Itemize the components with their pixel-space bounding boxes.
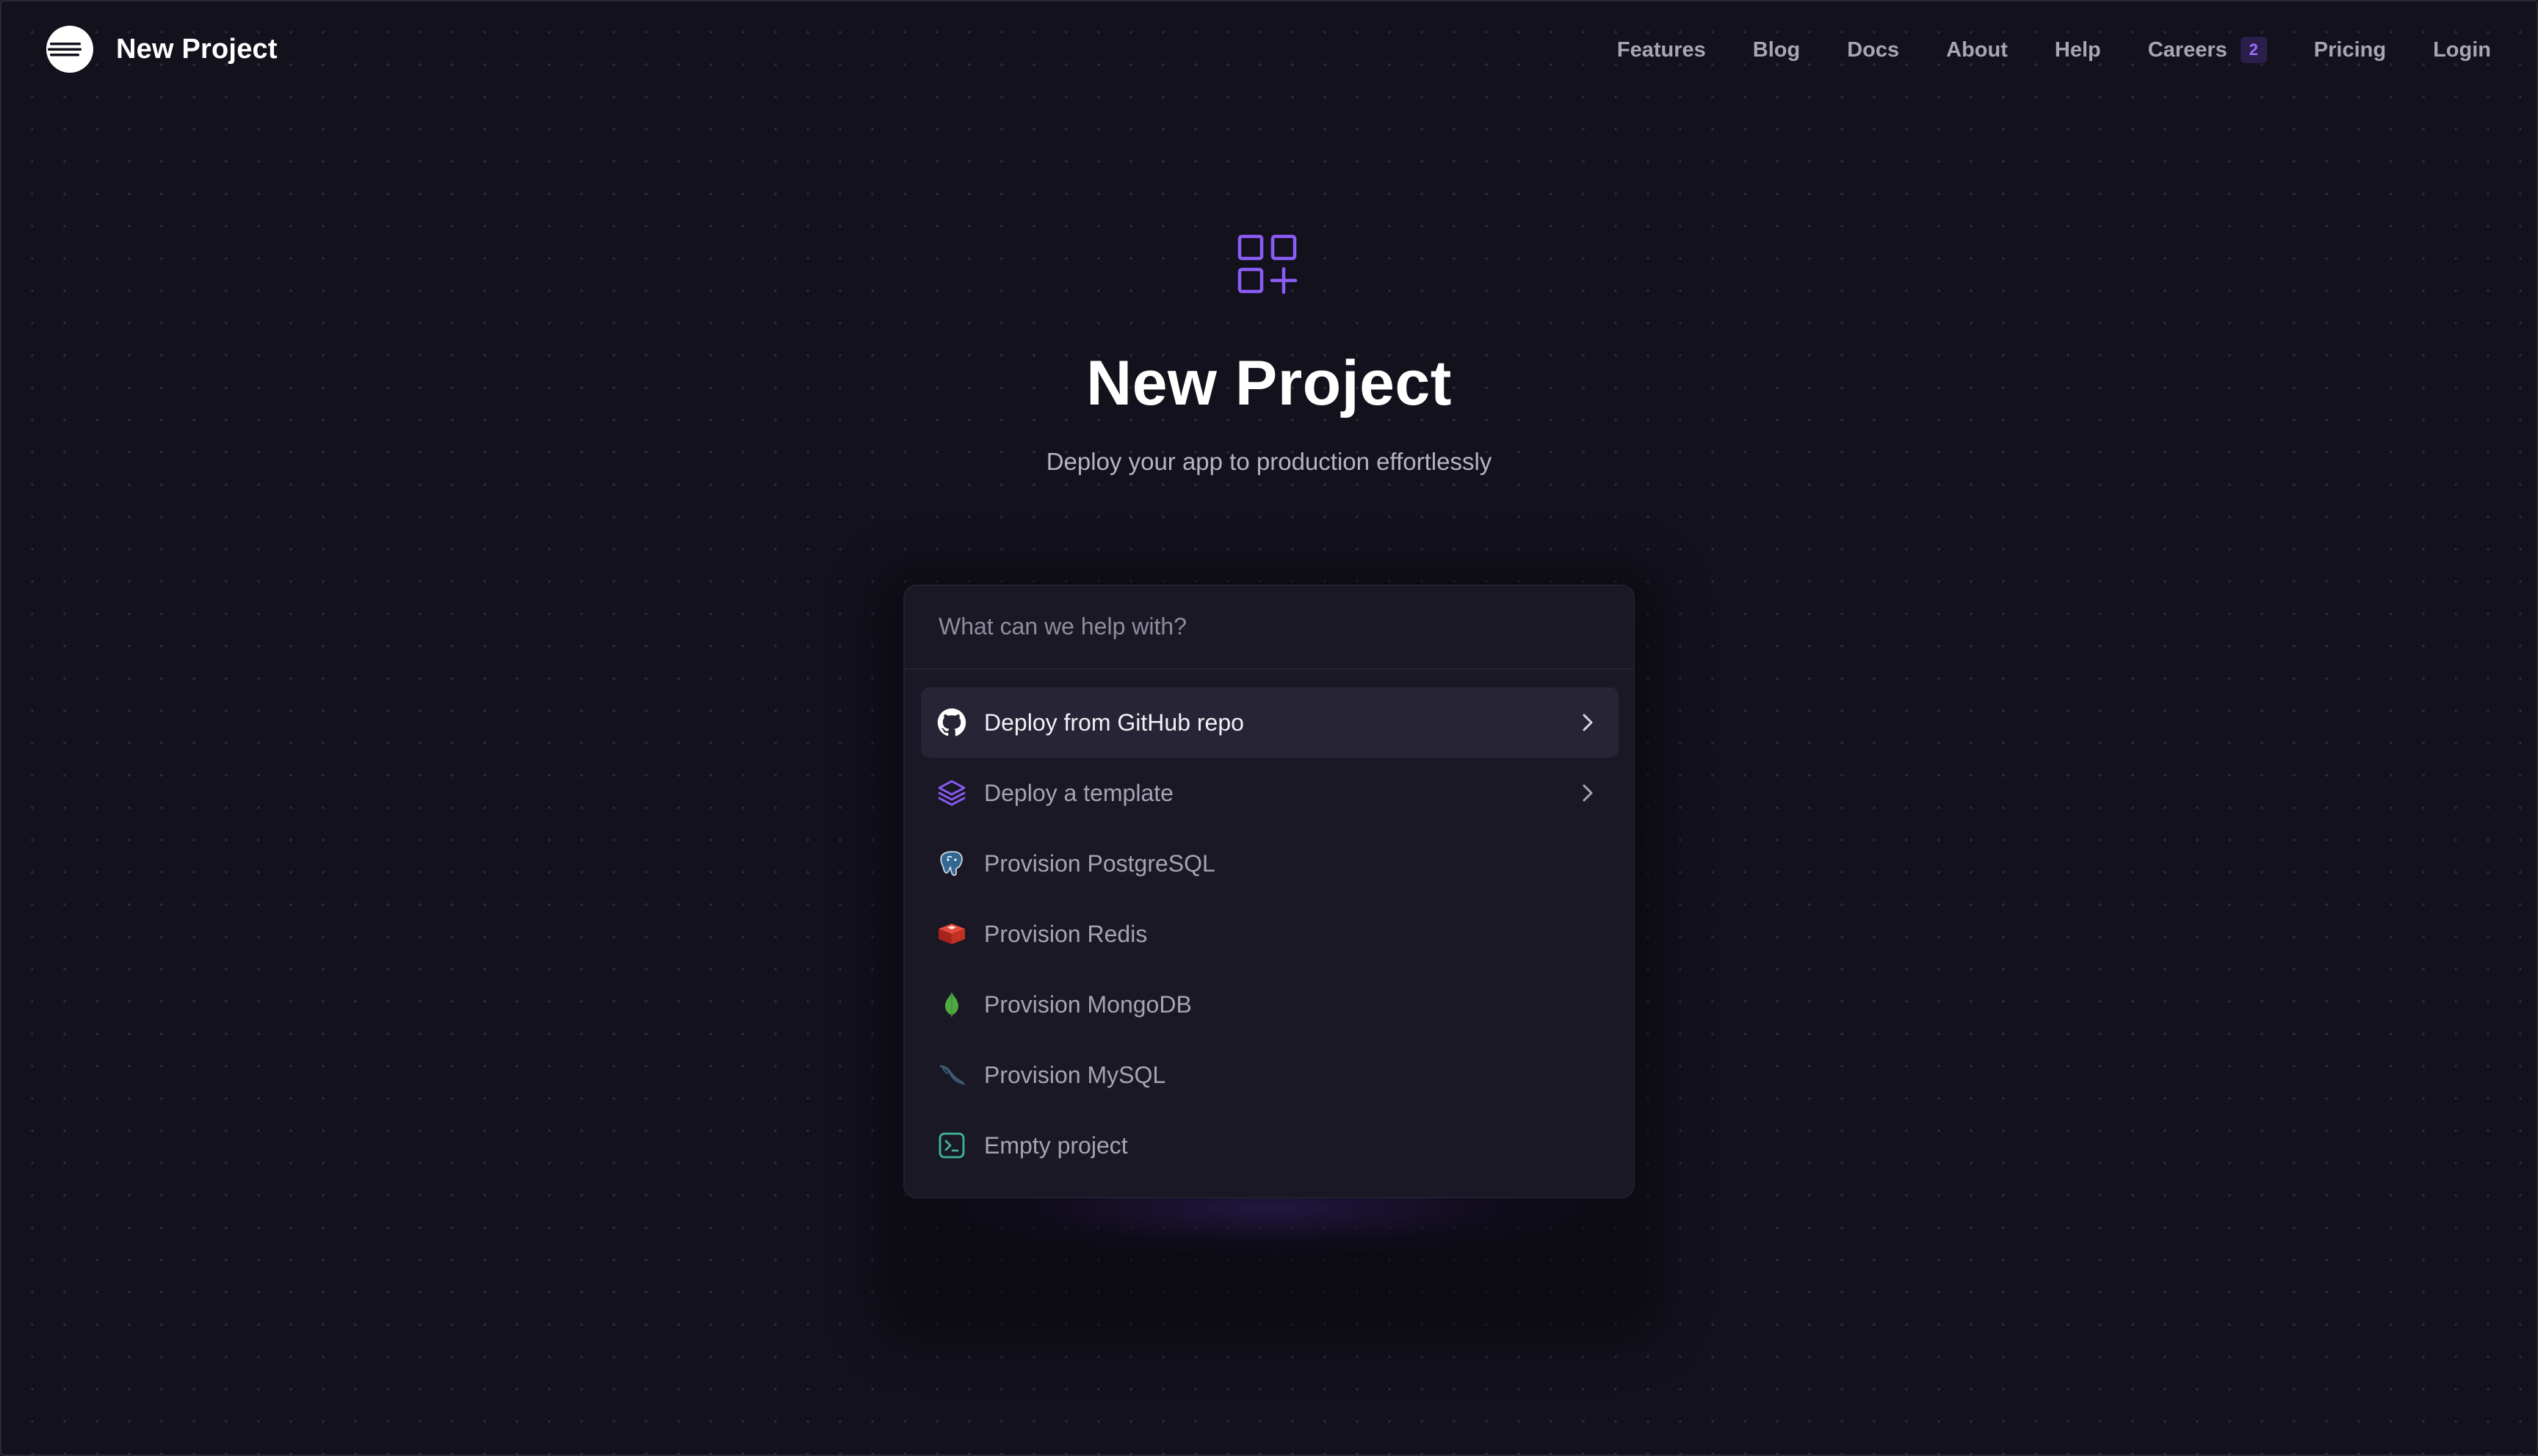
main-nav: Features Blog Docs About Help Careers 2 … <box>1570 29 2491 70</box>
search-row <box>905 586 1633 670</box>
nav-careers-label: Careers <box>2147 37 2227 62</box>
option-label: Provision MongoDB <box>984 991 1192 1018</box>
nav-docs[interactable]: Docs <box>1847 38 1899 62</box>
option-label: Deploy a template <box>984 780 1174 806</box>
option-label: Deploy from GitHub repo <box>984 709 1244 736</box>
command-palette: Deploy from GitHub repo Deploy a templat… <box>903 584 1635 1198</box>
nav-login-label: Login <box>2433 37 2491 62</box>
chevron-right-icon <box>1583 714 1593 731</box>
grid-plus-icon <box>1237 234 1298 294</box>
layers-icon <box>937 778 966 808</box>
github-icon <box>937 708 966 737</box>
postgresql-icon <box>937 849 966 878</box>
option-empty-project[interactable]: Empty project <box>921 1110 1619 1181</box>
nav-pricing[interactable]: Pricing <box>2314 38 2386 62</box>
top-navigation-bar: New Project Features Blog Docs About Hel… <box>0 0 2538 103</box>
nav-docs-label: Docs <box>1847 37 1900 62</box>
nav-careers[interactable]: Careers 2 <box>2148 37 2267 63</box>
option-provision-mongodb[interactable]: Provision MongoDB <box>921 969 1619 1040</box>
page-subtitle: Deploy your app to production effortless… <box>1046 448 1492 475</box>
nav-features-label: Features <box>1616 37 1706 62</box>
option-label: Empty project <box>984 1132 1128 1159</box>
nav-login[interactable]: Login <box>2433 38 2491 62</box>
nav-pricing-label: Pricing <box>2313 37 2387 62</box>
railway-logo-icon <box>46 26 93 73</box>
nav-blog[interactable]: Blog <box>1753 38 1800 62</box>
search-input[interactable] <box>937 604 1601 649</box>
brand-home-link[interactable]: New Project <box>46 25 278 73</box>
option-label: Provision PostgreSQL <box>984 850 1215 877</box>
brand-name: New Project <box>116 33 278 65</box>
nav-about-label: About <box>1946 37 2008 62</box>
nav-blog-label: Blog <box>1752 37 1801 62</box>
option-label: Provision MySQL <box>984 1062 1166 1088</box>
redis-icon <box>937 919 966 949</box>
nav-help[interactable]: Help <box>2055 38 2101 62</box>
careers-count-badge: 2 <box>2240 37 2267 63</box>
option-provision-redis[interactable]: Provision Redis <box>921 899 1619 969</box>
page-title: New Project <box>1086 348 1452 419</box>
nav-help-label: Help <box>2054 37 2101 62</box>
mysql-icon <box>937 1060 966 1090</box>
option-deploy-template[interactable]: Deploy a template <box>921 758 1619 828</box>
nav-about[interactable]: About <box>1946 38 2008 62</box>
nav-features[interactable]: Features <box>1617 38 1706 62</box>
option-provision-postgresql[interactable]: Provision PostgreSQL <box>921 828 1619 899</box>
chevron-right-icon <box>1583 784 1593 802</box>
option-label: Provision Redis <box>984 921 1148 947</box>
options-list: Deploy from GitHub repo Deploy a templat… <box>921 687 1619 1181</box>
option-provision-mysql[interactable]: Provision MySQL <box>921 1040 1619 1110</box>
mongodb-icon <box>937 990 966 1019</box>
option-deploy-github[interactable]: Deploy from GitHub repo <box>921 687 1619 758</box>
terminal-icon <box>937 1131 966 1160</box>
